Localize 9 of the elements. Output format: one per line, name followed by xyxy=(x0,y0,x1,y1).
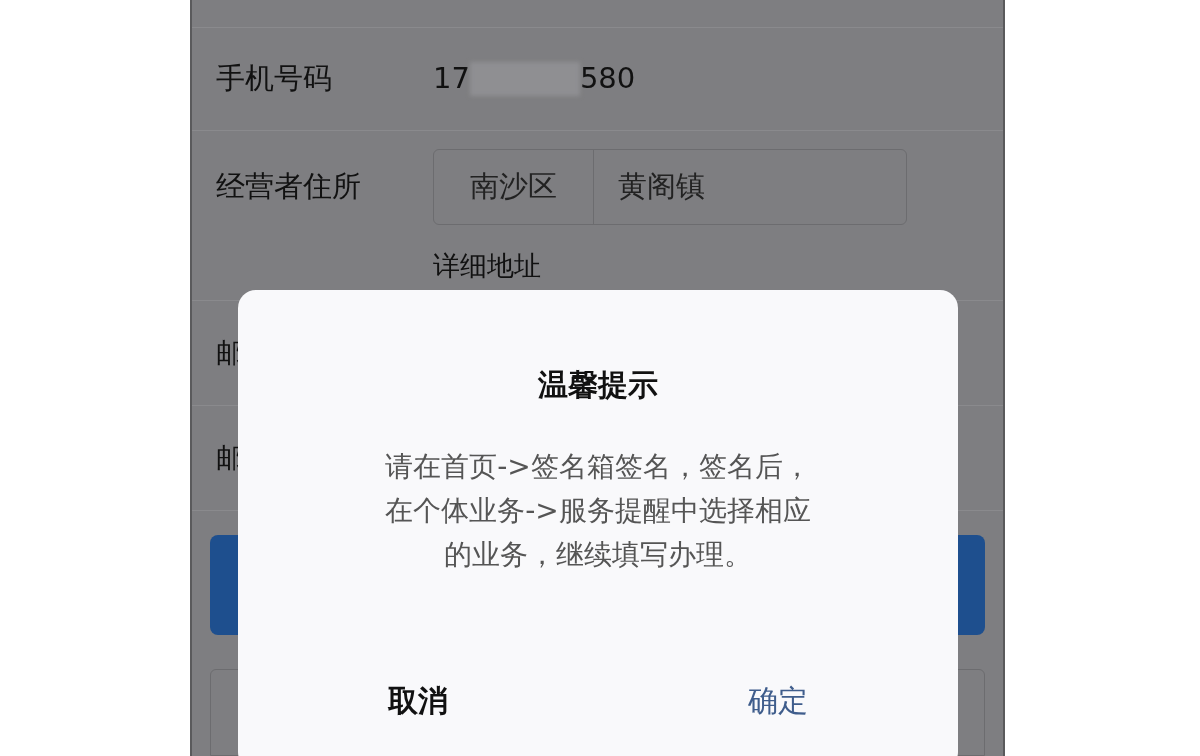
dialog-button[interactable]: 确定 xyxy=(598,670,958,730)
detail-address-label: 详细地址 xyxy=(433,249,541,283)
phone-value: 17 xyxy=(433,60,470,98)
field-label: 经营者住所 xyxy=(216,168,362,206)
field-label: 手机号码 xyxy=(216,60,333,98)
dialog-title: 温馨提示 xyxy=(538,366,658,404)
dialog-button[interactable]: 取消 xyxy=(238,670,598,730)
dialog-message: 请在首页->签名箱签名，签名后， 在个体业务->服务提醒中选择相应 的业务，继续填写办理。 xyxy=(384,449,812,573)
phone-value: 580 xyxy=(579,60,636,98)
